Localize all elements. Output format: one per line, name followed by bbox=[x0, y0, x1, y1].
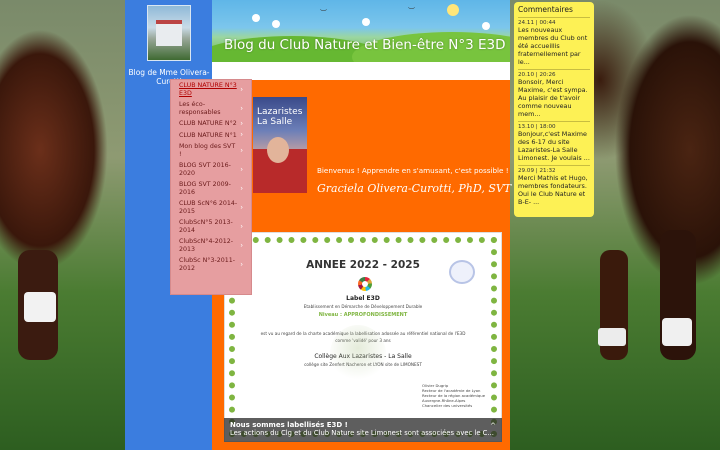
comment-item[interactable]: 20.10 | 20:26 Bonsoir, Merci Maxime, c'e… bbox=[518, 69, 590, 121]
welcome-text: Bienvenus ! Apprendre en s'amusant, c'es… bbox=[317, 166, 509, 175]
author-signature: Graciela Olivera-Curotti, PhD, SVT bbox=[317, 182, 512, 195]
tree-watermark bbox=[330, 325, 386, 383]
sdg-logo-icon bbox=[358, 277, 372, 291]
certificate-subtitle: Etablissement en Démarche de Développeme… bbox=[303, 304, 423, 309]
photo-sign-text: Lazaristes La Salle bbox=[257, 107, 303, 127]
comments-widget: Commentaires 24.11 | 00:44 Les nouveaux … bbox=[514, 2, 594, 217]
comment-text[interactable]: Les nouveaux membres du Club ont été acc… bbox=[518, 26, 590, 66]
chevron-up-icon[interactable]: ^ bbox=[490, 422, 496, 430]
menu-item-club-nature-1[interactable]: CLUB NATURE N°1 › bbox=[171, 130, 251, 142]
header-flower bbox=[252, 14, 260, 22]
header-sun bbox=[447, 4, 459, 16]
header-flower bbox=[272, 20, 280, 28]
menu-item-club-sc-6[interactable]: CLUB ScN°6 2014-2015 › bbox=[171, 198, 251, 217]
comment-item[interactable]: 24.11 | 00:44 Les nouveaux membres du Cl… bbox=[518, 17, 590, 69]
comment-text[interactable]: Bonsoir, Merci Maxime, c'est sympa. Au p… bbox=[518, 78, 590, 118]
comment-text[interactable]: Merci Mathis et Hugo, membres fondateurs… bbox=[518, 174, 590, 206]
menu-item-club-sc-3[interactable]: ClubSc N°3-2011-2012 › bbox=[171, 255, 251, 274]
menu-item-blog-svt-2009-2016[interactable]: BLOG SVT 2009-2016 › bbox=[171, 179, 251, 198]
comment-text[interactable]: Bonjour,c'est Maxime des 6-17 du site La… bbox=[518, 130, 590, 162]
menu-item-club-sc-5[interactable]: ClubScN°5 2013-2014 › bbox=[171, 217, 251, 236]
caption-text: Les actions du Clg et du Club Nature sit… bbox=[230, 429, 494, 437]
author-avatar[interactable] bbox=[147, 5, 191, 61]
certificate-label: Label E3D bbox=[346, 295, 380, 302]
chevron-right-icon: › bbox=[240, 103, 243, 112]
header-band bbox=[212, 62, 510, 80]
photo-person bbox=[267, 137, 289, 163]
chevron-right-icon: › bbox=[240, 221, 243, 230]
certificate-signer: Olivier Dugrip Recteur de l'académie de … bbox=[422, 383, 486, 408]
chevron-right-icon: › bbox=[240, 145, 243, 154]
menu-item-label: ClubScN°5 2013-2014 bbox=[179, 219, 233, 234]
menu-item-label: Les éco-responsables bbox=[179, 101, 221, 116]
comments-title: Commentaires bbox=[518, 5, 573, 14]
menu-item-label: ClubSc N°3-2011-2012 bbox=[179, 257, 236, 272]
comment-item[interactable]: 29.09 | 21:32 Merci Mathis et Hugo, memb… bbox=[518, 165, 590, 209]
chevron-right-icon: › bbox=[240, 164, 243, 173]
chevron-right-icon: › bbox=[240, 183, 243, 192]
header-flower bbox=[362, 18, 370, 26]
menu-item-label: CLUB NATURE N°3 E3D bbox=[179, 82, 237, 97]
chevron-right-icon: › bbox=[240, 240, 243, 249]
menu-item-label: CLUB NATURE N°1 bbox=[179, 131, 237, 139]
image-caption[interactable]: Nous sommes labellisés E3D ! Les actions… bbox=[224, 418, 502, 442]
menu-item-label: BLOG SVT 2016-2020 bbox=[179, 162, 231, 177]
menu-item-club-nature-2[interactable]: CLUB NATURE N°2 › bbox=[171, 118, 251, 130]
chevron-right-icon: › bbox=[240, 202, 243, 211]
menu-item-label: BLOG SVT 2009-2016 bbox=[179, 181, 231, 196]
chevron-right-icon: › bbox=[240, 259, 243, 268]
caption-title: Nous sommes labellisés E3D ! bbox=[230, 421, 348, 429]
menu-item-label: ClubScN°4-2012-2013 bbox=[179, 238, 234, 253]
chevron-right-icon: › bbox=[240, 130, 243, 139]
certificate-level: Niveau : APPROFONDISSEMENT bbox=[318, 312, 408, 318]
intro-photo: Lazaristes La Salle bbox=[253, 97, 307, 193]
navigation-menu: CLUB NATURE N°3 E3D › Les éco-responsable… bbox=[170, 79, 252, 295]
bird-icon: ︶ bbox=[320, 9, 327, 17]
blog-title[interactable]: Blog du Club Nature et Bien-être N°3 E3D bbox=[224, 37, 508, 54]
menu-item-blog-svt-2016-2020[interactable]: BLOG SVT 2016-2020 › bbox=[171, 160, 251, 179]
menu-item-club-nature-3[interactable]: CLUB NATURE N°3 E3D › bbox=[171, 80, 251, 99]
e3d-seal-icon bbox=[449, 260, 475, 284]
bird-icon: ︶ bbox=[408, 7, 415, 15]
menu-item-blog-svt[interactable]: Mon blog des SVT ! › bbox=[171, 141, 251, 160]
menu-item-eco-responsables[interactable]: Les éco-responsables › bbox=[171, 99, 251, 118]
chevron-right-icon: › bbox=[240, 119, 243, 127]
background-hoof-right bbox=[662, 318, 692, 346]
header-flower bbox=[482, 22, 490, 30]
menu-item-label: Mon blog des SVT ! bbox=[179, 143, 236, 158]
comment-item[interactable]: 13.10 | 18:00 Bonjour,c'est Maxime des 6… bbox=[518, 121, 590, 165]
menu-item-club-sc-4[interactable]: ClubScN°4-2012-2013 › bbox=[171, 236, 251, 255]
chevron-right-icon: › bbox=[240, 84, 243, 93]
background-hoof-left bbox=[24, 292, 56, 322]
menu-item-label: CLUB NATURE N°2 bbox=[179, 120, 237, 127]
menu-item-label: CLUB ScN°6 2014-2015 bbox=[179, 200, 238, 215]
background-hoof-right-2 bbox=[598, 328, 626, 346]
